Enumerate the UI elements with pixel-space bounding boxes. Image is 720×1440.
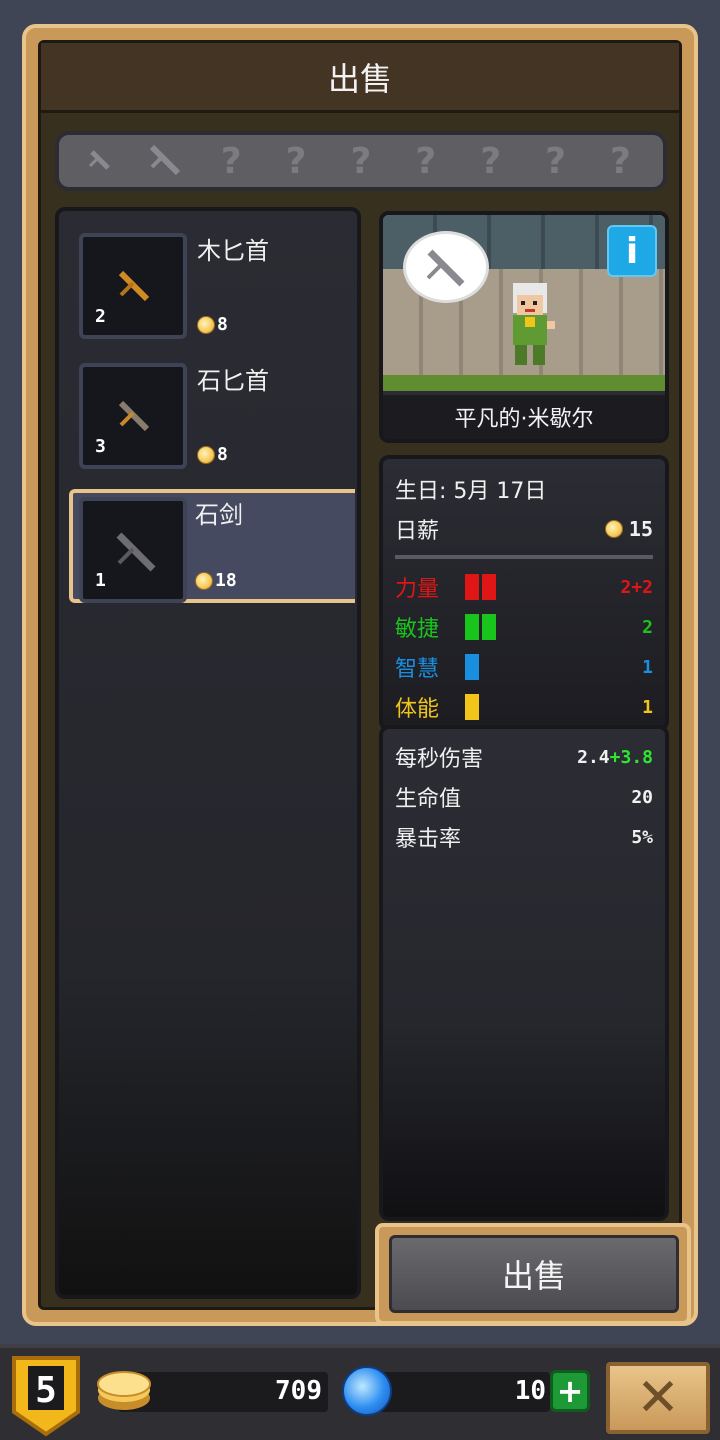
sell-button[interactable]: 出售: [389, 1235, 679, 1313]
attribute-bar: [465, 694, 479, 720]
hp-row: 生命值 20: [395, 777, 653, 817]
attribute-row: 智慧 1: [395, 647, 653, 687]
list-item-stone-dagger[interactable]: 3 石匕首 8: [75, 359, 345, 473]
attribute-row: 敏捷 2: [395, 607, 653, 647]
birthday-value: 5月 17日: [453, 479, 547, 504]
attribute-bar: [482, 614, 496, 640]
gem-icon: [342, 1366, 392, 1416]
birthday-row: 生日: 5月 17日: [395, 469, 653, 509]
attribute-label: 智慧: [395, 657, 440, 682]
slot-unknown[interactable]: ?: [401, 138, 451, 184]
shop-inner: 出售 ? ? ? ? ? ? ? 2 木匕首 8 3 石匕首 8 1 石剑 18…: [38, 40, 691, 1325]
sword-icon: [426, 249, 465, 287]
thought-bubble: [403, 231, 489, 303]
coin-icon: [195, 571, 213, 590]
window-title: 出售: [41, 43, 679, 113]
item-quantity: 2: [95, 306, 106, 327]
add-gems-button[interactable]: +: [550, 1370, 590, 1412]
attribute-label: 敏捷: [395, 617, 440, 642]
attribute-row: 力量 2+2: [395, 567, 653, 607]
crit-value: 5%: [631, 826, 653, 848]
item-list: 2 木匕首 8 3 石匕首 8 1 石剑 18: [55, 207, 361, 1299]
attribute-bars: [465, 574, 496, 600]
attribute-bar: [465, 614, 479, 640]
crit-label: 暴击率: [395, 827, 462, 852]
gem-counter: 10: [368, 1372, 550, 1412]
slot-unknown[interactable]: ?: [336, 138, 386, 184]
item-price: 18: [195, 570, 237, 591]
info-button[interactable]: i: [607, 225, 657, 277]
hero-portrait: i 平凡的·米歇尔: [379, 211, 669, 443]
equipment-slot-row: ? ? ? ? ? ? ?: [55, 131, 667, 191]
level-shield-icon: 5: [12, 1356, 80, 1437]
level-value: 5: [35, 1370, 57, 1411]
attribute-label: 力量: [395, 577, 440, 602]
birthday-label: 生日:: [395, 479, 447, 504]
item-quantity: 3: [95, 436, 106, 457]
wood-dagger-icon: [118, 270, 150, 302]
slot-unknown[interactable]: ?: [271, 138, 321, 184]
item-thumbnail: 2: [79, 233, 187, 339]
gold-value: 709: [275, 1376, 322, 1406]
gem-value: 10: [514, 1376, 546, 1406]
slot-unknown[interactable]: ?: [206, 138, 256, 184]
salary-label: 日薪: [395, 519, 440, 544]
combat-stats-panel: 每秒伤害 2.4+3.8 生命值 20 暴击率 5%: [379, 725, 669, 1221]
sell-button-frame: 出售: [375, 1223, 691, 1325]
attribute-value: 2+2: [620, 576, 653, 598]
resource-bar: 5 709 10 + ✕: [0, 1344, 720, 1440]
close-button[interactable]: ✕: [606, 1362, 710, 1434]
attribute-bars: [465, 614, 496, 640]
attribute-bar: [465, 654, 479, 680]
hp-value: 20: [631, 786, 653, 808]
item-price: 8: [197, 444, 228, 465]
item-name: 石剑: [195, 501, 243, 529]
list-item-stone-sword-selected[interactable]: 1 石剑 18: [69, 489, 355, 603]
sword-icon: [150, 144, 181, 176]
attribute-bar: [465, 574, 479, 600]
attribute-row: 体能 1: [395, 687, 653, 727]
item-thumbnail: 1: [79, 497, 187, 603]
coin-icon: [604, 520, 623, 538]
item-quantity: 1: [95, 570, 106, 591]
gold-coins-icon: [97, 1371, 151, 1410]
slot-unknown[interactable]: ?: [595, 138, 645, 184]
stone-sword-icon: [116, 532, 156, 572]
hero-stats-panel: 生日: 5月 17日 日薪 15 力量 2+2 敏捷 2 智慧 1 体能 1: [379, 455, 669, 731]
item-name: 石匕首: [197, 367, 269, 395]
attribute-list: 力量 2+2 敏捷 2 智慧 1 体能 1: [395, 567, 653, 727]
attribute-value: 2: [642, 616, 653, 638]
scene-grass: [383, 375, 665, 391]
attribute-bars: [465, 694, 479, 720]
slot-unknown[interactable]: ?: [531, 138, 581, 184]
attribute-bars: [465, 654, 479, 680]
coin-icon: [197, 445, 215, 464]
salary-row: 日薪 15: [395, 509, 653, 549]
stone-dagger-icon: [118, 400, 150, 432]
hero-sprite: [513, 283, 555, 365]
crit-row: 暴击率 5%: [395, 817, 653, 857]
dps-label: 每秒伤害: [395, 747, 484, 772]
dps-bonus: +3.8: [609, 746, 653, 768]
hp-label: 生命值: [395, 787, 462, 812]
item-name: 木匕首: [197, 237, 269, 265]
hero-name: 平凡的·米歇尔: [383, 395, 665, 439]
attribute-bar: [482, 574, 496, 600]
divider: [395, 555, 653, 559]
slot-dagger[interactable]: [76, 138, 126, 184]
dps-row: 每秒伤害 2.4+3.8: [395, 737, 653, 777]
dagger-icon: [89, 150, 111, 170]
item-price: 8: [197, 314, 228, 335]
coin-icon: [197, 315, 215, 334]
slot-unknown[interactable]: ?: [466, 138, 516, 184]
dps-base: 2.4: [577, 746, 610, 768]
attribute-value: 1: [642, 656, 653, 678]
slot-sword[interactable]: [141, 138, 191, 184]
salary-value: 15: [628, 517, 653, 541]
attribute-label: 体能: [395, 697, 440, 722]
shop-frame: 出售 ? ? ? ? ? ? ? 2 木匕首 8 3 石匕首 8 1 石剑 18…: [22, 24, 698, 1326]
item-thumbnail: 3: [79, 363, 187, 469]
attribute-value: 1: [642, 696, 653, 718]
list-item-wood-dagger[interactable]: 2 木匕首 8: [75, 229, 345, 343]
